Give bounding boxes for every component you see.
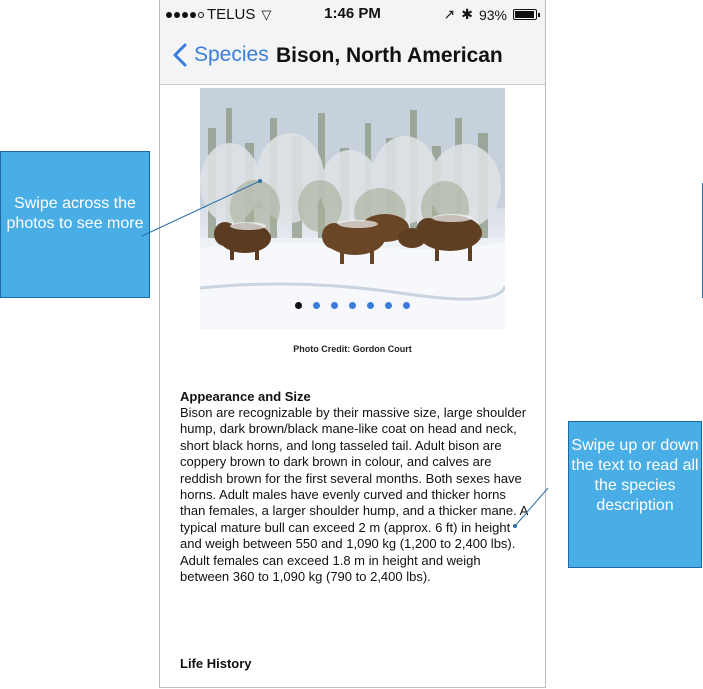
text-pointer-line [514, 487, 549, 527]
callout-pointers [141, 179, 549, 528]
text-pointer-dot [513, 524, 517, 528]
photo-pointer-dot [258, 179, 262, 183]
photo-pointer-line [141, 180, 261, 237]
